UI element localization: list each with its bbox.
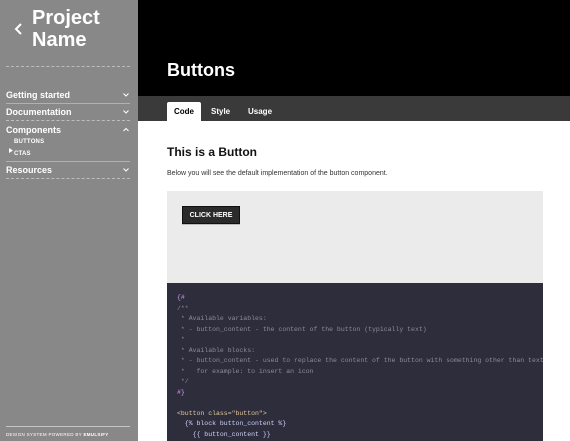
code-block: {# /** * Available variables: * - button… (167, 283, 543, 441)
sidebar-item-documentation[interactable]: Documentation (6, 106, 130, 120)
code-line: #} (177, 388, 185, 396)
code-text: {# /** * Available variables: * - button… (177, 293, 543, 440)
page-header: Buttons (138, 0, 570, 96)
nav-divider (6, 178, 130, 179)
project-name-line1: Project (32, 7, 100, 29)
code-line: * for example: to insert an icon (177, 367, 314, 375)
sidebar-item-label: Components (6, 125, 61, 135)
project-name-line2: Name (32, 29, 87, 51)
back-chevron-icon[interactable] (12, 20, 26, 38)
code-line: {% block button_content %} (177, 420, 287, 427)
sidebar-item-label: Documentation (6, 107, 72, 117)
sidebar-item-components[interactable]: Components (6, 124, 130, 138)
chevron-up-icon (122, 126, 130, 134)
footer-divider (6, 426, 130, 427)
tab-style[interactable]: Style (211, 102, 230, 121)
section-title: This is a Button (167, 145, 257, 159)
section-description: Below you will see the default implement… (167, 170, 388, 177)
code-line: {# (177, 294, 185, 301)
sidebar-subitem-ctas[interactable]: CTAS (14, 151, 31, 157)
code-line: * - button_content - used to replace the… (177, 357, 543, 364)
code-line: /** (177, 304, 189, 312)
sidebar: Project Name Getting started Documentati… (0, 0, 138, 441)
code-line: <button class="button"> (177, 409, 267, 417)
sidebar-footer: DESIGN SYSTEM POWERED BY EMULSIFY (6, 432, 109, 437)
chevron-down-icon (122, 91, 130, 99)
brand-divider (6, 66, 130, 67)
footer-brand-link[interactable]: EMULSIFY (83, 432, 108, 437)
nav-divider (6, 120, 130, 121)
caret-right-icon (9, 140, 13, 153)
component-demo: CLICK HERE (167, 191, 543, 283)
tab-code[interactable]: Code (167, 102, 201, 121)
tab-usage[interactable]: Usage (248, 102, 272, 121)
demo-button[interactable]: CLICK HERE (182, 206, 240, 224)
sidebar-item-resources[interactable]: Resources (6, 164, 130, 178)
tab-bar: Code Style Usage (138, 96, 570, 121)
sidebar-item-label: Getting started (6, 90, 71, 100)
sidebar-subitem-buttons[interactable]: BUTTONS (14, 139, 44, 145)
project-name[interactable]: Project Name (32, 7, 100, 51)
sidebar-item-label: Resources (6, 165, 53, 175)
footer-text: DESIGN SYSTEM POWERED BY (6, 432, 82, 437)
code-line: * - button_content - the content of the … (177, 325, 427, 333)
main-content: This is a Button Below you will see the … (138, 121, 570, 441)
code-line: {{ button_content }} (177, 430, 271, 438)
page-title: Buttons (167, 60, 235, 80)
code-line: */ (177, 378, 189, 385)
code-line: * (177, 336, 185, 343)
code-line: * Available blocks: (177, 346, 256, 354)
nav-divider (6, 103, 130, 104)
sidebar-item-getting-started[interactable]: Getting started (6, 89, 130, 103)
sidebar-brand: Project Name (0, 0, 138, 66)
chevron-down-icon (122, 166, 130, 174)
nav-divider (6, 161, 130, 162)
code-line: * Available variables: (177, 315, 267, 322)
chevron-down-icon (122, 108, 130, 116)
